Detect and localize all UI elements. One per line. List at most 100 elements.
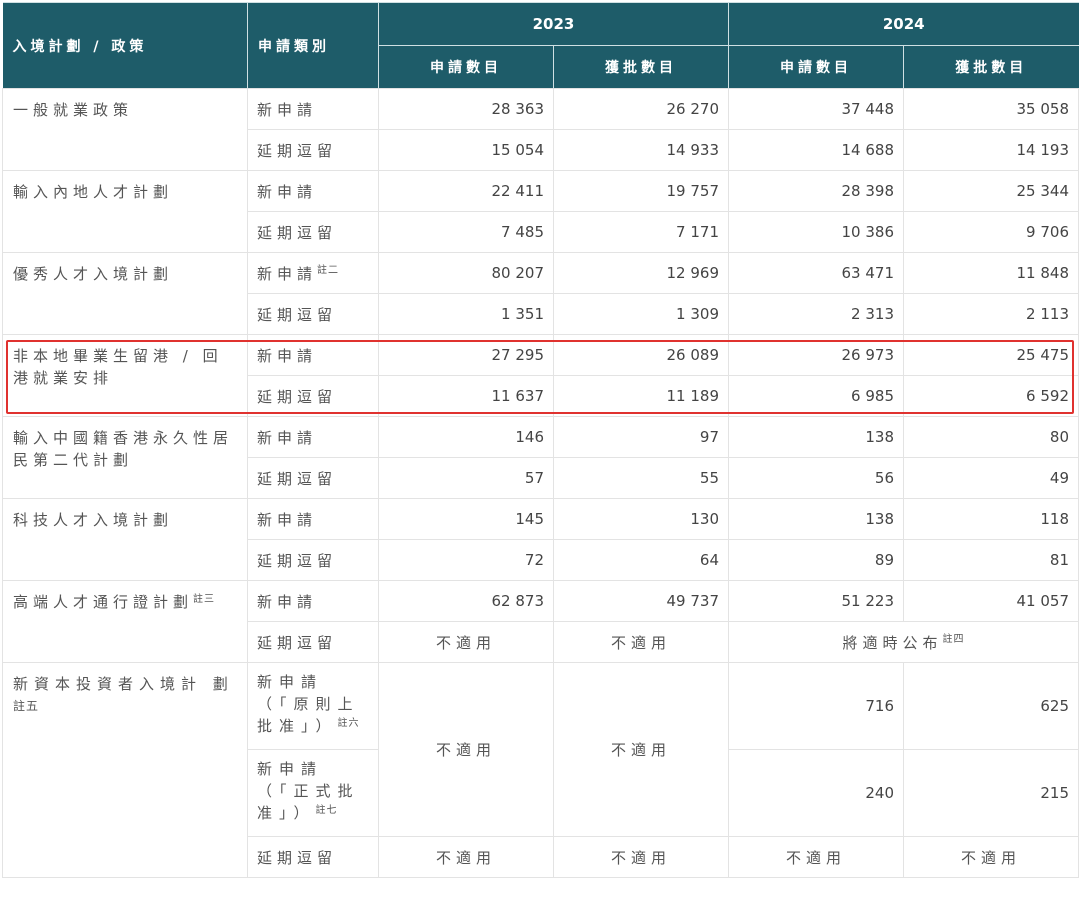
table-row: 輸入中國籍香港永久性居民第二代計劃 新申請 146 97 138 80 (2, 416, 1079, 499)
cell-value: 57 (378, 457, 554, 499)
policy-second-generation: 輸入中國籍香港永久性居民第二代計劃 (2, 416, 248, 499)
header-type: 申請類別 (247, 2, 379, 89)
cell-value: 28 398 (728, 170, 904, 212)
cell-value: 15 054 (378, 129, 554, 171)
cell-value: 63 471 (728, 252, 904, 294)
type-extension: 延期逗留 (247, 129, 379, 171)
policy-techtas: 科技人才入境計劃 (2, 498, 248, 581)
cell-not-applicable: 不適用 (553, 836, 729, 878)
cell-value: 12 969 (553, 252, 729, 294)
type-extension: 延期逗留 (247, 293, 379, 335)
cell-value: 19 757 (553, 170, 729, 212)
type-new: 新申請 (247, 334, 379, 376)
type-extension: 延期逗留 (247, 621, 379, 663)
cell-value: 6 592 (903, 375, 1079, 417)
cell-not-applicable: 不適用 (728, 836, 904, 878)
cell-value: 28 363 (378, 88, 554, 130)
cell-value: 138 (728, 498, 904, 540)
cell-value: 25 344 (903, 170, 1079, 212)
cell-value: 37 448 (728, 88, 904, 130)
type-new: 新申請 (247, 580, 379, 622)
cell-not-applicable: 不適用 (378, 836, 554, 878)
policy-ciies-label: 新資本投資者入境計 劃 (13, 675, 234, 693)
header-2024-applications: 申請數目 (728, 45, 904, 89)
type-new-formal-approval: 新申請（「正式批准」）註七 (247, 749, 379, 837)
cell-value: 1 309 (553, 293, 729, 335)
cell-value: 14 933 (553, 129, 729, 171)
cell-value: 81 (903, 539, 1079, 581)
table-row: 非本地畢業生留港 / 回港就業安排 新申請 27 295 26 089 26 9… (2, 334, 1079, 417)
cell-value: 138 (728, 416, 904, 458)
footnote-3: 註三 (193, 594, 216, 605)
cell-value: 11 189 (553, 375, 729, 417)
cell-value: 49 737 (553, 580, 729, 622)
policy-ttps-label: 高端人才通行證計劃 (13, 593, 194, 611)
type-new: 新申請 (247, 88, 379, 130)
type-extension: 延期逗留 (247, 457, 379, 499)
cell-value: 146 (378, 416, 554, 458)
policy-general: 一般就業政策 (2, 88, 248, 171)
type-new-label: 新申請 (257, 264, 318, 283)
cell-value: 64 (553, 539, 729, 581)
cell-value: 11 848 (903, 252, 1079, 294)
cell-value: 118 (903, 498, 1079, 540)
table-row: 一般就業政策 新申請 28 363 26 270 37 448 35 058 (2, 88, 1079, 171)
cell-value: 10 386 (728, 211, 904, 253)
immigration-statistics-table: 入境計劃 / 政策 申請類別 2023 2024 申請數目 獲批數目 申請數目 … (2, 2, 1079, 878)
page: 入境計劃 / 政策 申請類別 2023 2024 申請數目 獲批數目 申請數目 … (0, 2, 1080, 900)
header-year-2023: 2023 (378, 2, 729, 46)
type-extension: 延期逗留 (247, 211, 379, 253)
cell-value: 26 089 (553, 334, 729, 376)
cell-value: 14 193 (903, 129, 1079, 171)
policy-ttps: 高端人才通行證計劃註三 (2, 580, 248, 663)
cell-value: 89 (728, 539, 904, 581)
cell-value: 1 351 (378, 293, 554, 335)
cell-value: 55 (553, 457, 729, 499)
cell-not-applicable: 不適用 (903, 836, 1079, 878)
cell-not-applicable: 不適用 (553, 662, 729, 837)
cell-value: 7 485 (378, 211, 554, 253)
cell-value: 625 (903, 662, 1079, 750)
footnote-5: 註五 (13, 699, 40, 713)
cell-value: 62 873 (378, 580, 554, 622)
header-2023-approvals: 獲批數目 (553, 45, 729, 89)
cell-value: 27 295 (378, 334, 554, 376)
cell-value: 49 (903, 457, 1079, 499)
type-extension: 延期逗留 (247, 375, 379, 417)
header-year-2024: 2024 (728, 2, 1079, 46)
table-row: 科技人才入境計劃 新申請 145 130 138 118 (2, 498, 1079, 581)
type-extension: 延期逗留 (247, 539, 379, 581)
to-be-announced-label: 將適時公布 (842, 633, 943, 652)
type-new-approval-in-principle: 新申請（「原則上批准」）註六 (247, 662, 379, 750)
cell-value: 26 270 (553, 88, 729, 130)
type-new: 新申請 (247, 170, 379, 212)
type-extension: 延期逗留 (247, 836, 379, 878)
cell-to-be-announced: 將適時公布註四 (728, 621, 1079, 663)
cell-value: 11 637 (378, 375, 554, 417)
table-row: 輸入內地人才計劃 新申請 22 411 19 757 28 398 25 344 (2, 170, 1079, 253)
table-row: 優秀人才入境計劃 新申請註二 80 207 12 969 63 471 11 8… (2, 252, 1079, 335)
footnote-4: 註四 (942, 633, 965, 645)
cell-value: 26 973 (728, 334, 904, 376)
type-label: 新申請（「正式批准」） (257, 760, 360, 822)
table-row: 新資本投資者入境計 劃註五 新申請（「原則上批准」）註六 不適用 不適用 716… (2, 662, 1079, 878)
cell-value: 145 (378, 498, 554, 540)
footnote-6: 註六 (337, 718, 360, 729)
table-row: 高端人才通行證計劃註三 新申請 62 873 49 737 51 223 41 … (2, 580, 1079, 663)
cell-not-applicable: 不適用 (553, 621, 729, 663)
type-new: 新申請 (247, 498, 379, 540)
cell-value: 6 985 (728, 375, 904, 417)
cell-not-applicable: 不適用 (378, 621, 554, 663)
cell-value: 51 223 (728, 580, 904, 622)
header-2023-applications: 申請數目 (378, 45, 554, 89)
cell-value: 72 (378, 539, 554, 581)
cell-value: 9 706 (903, 211, 1079, 253)
cell-value: 716 (728, 662, 904, 750)
policy-quality: 優秀人才入境計劃 (2, 252, 248, 335)
cell-value: 215 (903, 749, 1079, 837)
cell-value: 35 058 (903, 88, 1079, 130)
policy-ciies: 新資本投資者入境計 劃註五 (2, 662, 248, 878)
type-new: 新申請 (247, 416, 379, 458)
policy-mainland: 輸入內地人才計劃 (2, 170, 248, 253)
header-policy: 入境計劃 / 政策 (2, 2, 248, 89)
